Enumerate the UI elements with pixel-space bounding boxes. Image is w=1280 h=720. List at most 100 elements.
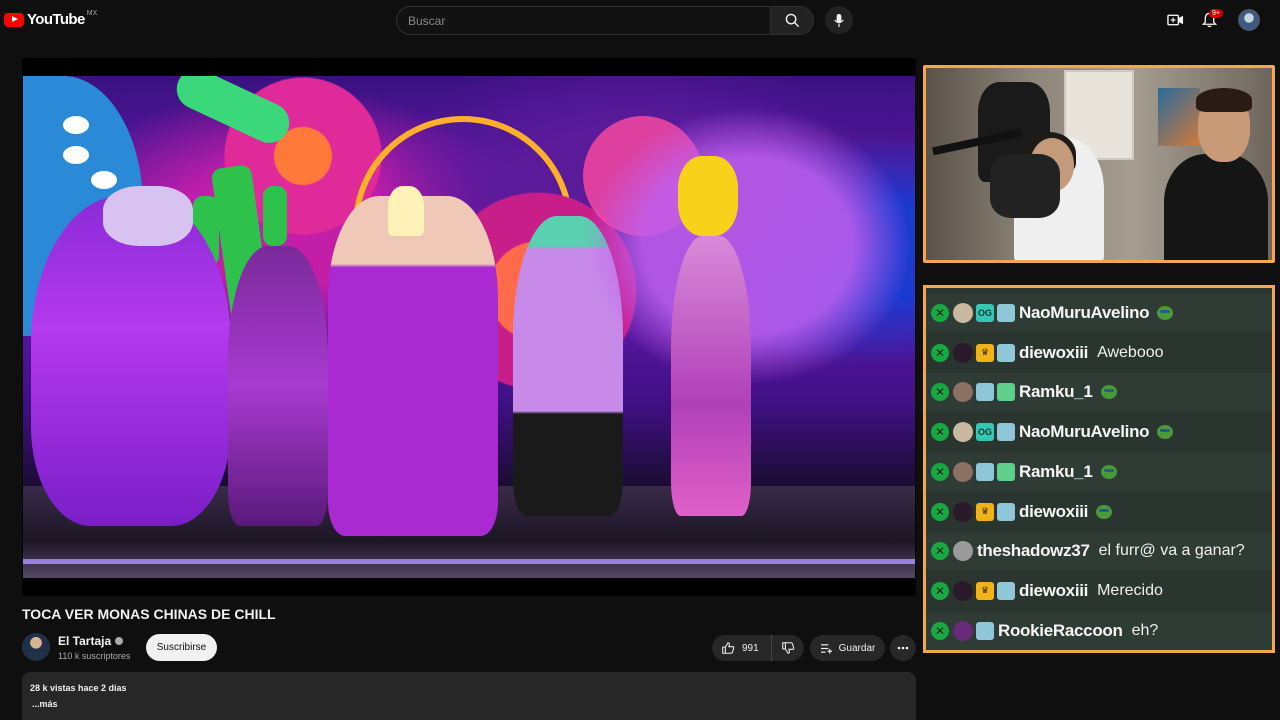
- chat-user-avatar: [953, 620, 973, 641]
- chat-username[interactable]: NaoMuruAvelino: [1019, 422, 1150, 442]
- chat-overlay: ✕ OG NaoMuruAvelino ✕ ♛ diewoxiii Awebooo ✕ Ramk…: [923, 285, 1275, 653]
- subscriber-badge-icon: [997, 581, 1015, 600]
- frog-emote-icon: [1157, 425, 1174, 440]
- search-bar: [396, 6, 814, 35]
- chat-username[interactable]: diewoxiii: [1019, 343, 1088, 363]
- chat-message: ✕ ♛ diewoxiii Merecido: [926, 571, 1272, 610]
- chat-username[interactable]: Ramku_1: [1019, 462, 1093, 482]
- chat-message: ✕ ♛ diewoxiii Awebooo: [926, 333, 1272, 372]
- subscriber-badge-icon: [997, 423, 1015, 442]
- crown-badge-icon: ♛: [976, 343, 994, 362]
- frog-emote-icon: [1100, 464, 1117, 479]
- view-stats: 28 k vistas hace 2 días: [30, 683, 127, 693]
- moderator-badge-icon: ✕: [931, 502, 949, 521]
- frog-emote-icon: [1100, 385, 1117, 400]
- chat-username[interactable]: diewoxiii: [1019, 581, 1088, 601]
- like-count: 991: [742, 642, 759, 654]
- thumbs-up-icon: [722, 642, 735, 654]
- channel-name: El Tartaja: [58, 634, 112, 648]
- chat-user-avatar: [953, 422, 973, 443]
- chat-message: ✕ theshadowz37 el furr@ va a ganar?: [926, 532, 1272, 571]
- frog-emote-icon: [1096, 504, 1113, 519]
- playlist-add-icon: [820, 643, 832, 654]
- show-more-link[interactable]: ...más: [32, 699, 908, 709]
- moderator-badge-icon: ✕: [931, 343, 949, 362]
- crown-badge-icon: ♛: [976, 502, 994, 521]
- chat-user-avatar: [953, 541, 973, 562]
- video-player[interactable]: [22, 58, 916, 596]
- voice-search-button[interactable]: [825, 6, 853, 34]
- chat-username[interactable]: RookieRaccoon: [998, 621, 1123, 641]
- moderator-badge-icon: ✕: [931, 542, 949, 561]
- gift-badge-icon: [997, 383, 1015, 402]
- country-code: MX: [86, 10, 98, 17]
- og-badge-icon: OG: [976, 304, 994, 322]
- moderator-badge-icon: ✕: [931, 621, 949, 640]
- more-horizontal-icon: [897, 646, 909, 650]
- youtube-logo[interactable]: YouTube MX: [4, 10, 98, 28]
- account-avatar[interactable]: [1238, 9, 1260, 31]
- play-logo-icon: [4, 12, 24, 27]
- subscriber-badge-icon: [997, 502, 1015, 521]
- chat-user-avatar: [953, 580, 973, 601]
- like-dislike-group: 991: [712, 635, 804, 661]
- moderator-badge-icon: ✕: [931, 462, 949, 481]
- moderator-badge-icon: ✕: [931, 581, 949, 600]
- top-bar: YouTube MX 9+: [0, 0, 1280, 40]
- notification-count-badge: 9+: [1209, 9, 1223, 18]
- chat-message: ✕ RookieRaccoon eh?: [926, 611, 1272, 650]
- video-title: TOCA VER MONAS CHINAS DE CHILL: [22, 606, 276, 622]
- chat-user-avatar: [953, 461, 973, 482]
- chat-username[interactable]: Ramku_1: [1019, 382, 1093, 402]
- search-button[interactable]: [770, 6, 814, 35]
- chat-message: ✕ OG NaoMuruAvelino: [926, 413, 1272, 452]
- og-badge-icon: OG: [976, 423, 994, 442]
- chat-user-avatar: [953, 303, 973, 323]
- channel-avatar[interactable]: [22, 633, 50, 661]
- moderator-badge-icon: ✕: [931, 383, 949, 402]
- chat-username[interactable]: theshadowz37: [977, 541, 1090, 561]
- more-actions-button[interactable]: [890, 635, 916, 661]
- chat-user-avatar: [953, 342, 973, 363]
- frog-emote-icon: [1157, 306, 1174, 320]
- create-video-icon: [1166, 14, 1183, 26]
- moderator-badge-icon: ✕: [931, 304, 949, 322]
- subscriber-badge-icon: [997, 343, 1015, 362]
- subscriber-badge-icon: [976, 621, 994, 640]
- chat-user-avatar: [953, 501, 973, 522]
- moderator-badge-icon: ✕: [931, 423, 949, 442]
- dislike-button[interactable]: [772, 635, 804, 661]
- chat-user-avatar: [953, 382, 973, 403]
- description-box[interactable]: 28 k vistas hace 2 días ...más: [22, 672, 916, 720]
- create-button[interactable]: [1165, 10, 1185, 30]
- logo-text: YouTube: [27, 11, 85, 28]
- chat-message: ✕ Ramku_1: [926, 373, 1272, 412]
- webcam-overlay: [923, 65, 1275, 263]
- gift-badge-icon: [997, 462, 1015, 481]
- chat-message: ✕ ♛ diewoxiii: [926, 492, 1272, 531]
- like-button[interactable]: 991: [712, 635, 772, 661]
- save-label: Guardar: [838, 642, 876, 654]
- microphone-icon: [834, 13, 844, 27]
- verified-icon: [115, 637, 124, 645]
- subscriber-badge-icon: [976, 383, 994, 402]
- thumbs-down-icon: [782, 642, 795, 654]
- crown-badge-icon: ♛: [976, 581, 994, 600]
- chat-message-text: Merecido: [1097, 581, 1163, 599]
- channel-name-link[interactable]: El Tartaja: [58, 634, 124, 648]
- chat-message: ✕ Ramku_1: [926, 452, 1272, 491]
- save-button[interactable]: Guardar: [810, 635, 885, 661]
- subscriber-count: 110 k suscriptores: [58, 651, 131, 661]
- search-icon: [785, 13, 799, 28]
- chat-message-text: el furr@ va a ganar?: [1098, 542, 1245, 560]
- search-input[interactable]: [396, 6, 770, 35]
- chat-message-text: eh?: [1131, 621, 1159, 639]
- chat-message: ✕ OG NaoMuruAvelino: [926, 294, 1272, 332]
- chat-username[interactable]: NaoMuruAvelino: [1019, 303, 1150, 323]
- subscribe-button[interactable]: Suscribirse: [146, 634, 217, 661]
- video-frame: [23, 76, 915, 578]
- subscriber-badge-icon: [976, 462, 994, 481]
- chat-message-text: Awebooo: [1097, 343, 1164, 361]
- subscriber-badge-icon: [997, 304, 1015, 322]
- chat-username[interactable]: diewoxiii: [1019, 502, 1088, 522]
